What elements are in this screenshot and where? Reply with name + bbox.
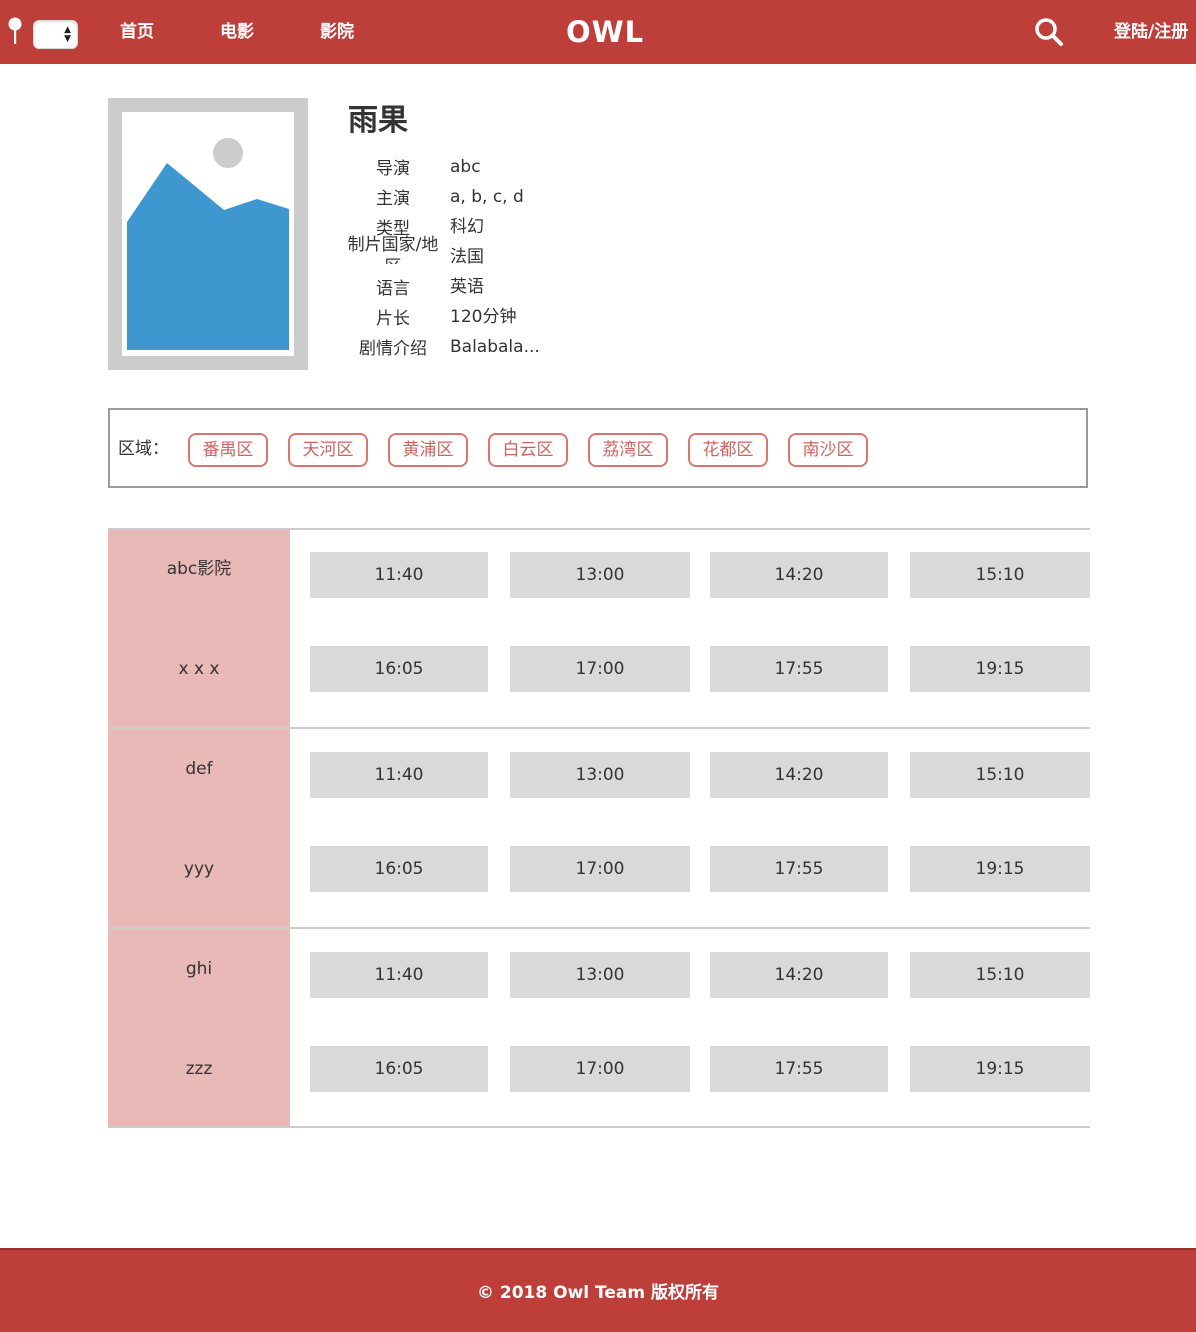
cinema-block: def yyy 11:40 13:00 14:20 15:10 16:05 17:00 17:5…: [108, 727, 1090, 928]
divider: [108, 528, 1090, 530]
showtime-button[interactable]: 11:40: [310, 752, 488, 798]
divider: [108, 927, 1090, 929]
showtime-button[interactable]: 16:05: [310, 846, 488, 892]
showtime-button[interactable]: 17:00: [510, 1046, 690, 1092]
info-value: 120分钟: [450, 307, 517, 327]
area-button[interactable]: 花都区: [688, 433, 768, 467]
area-button[interactable]: 南沙区: [788, 433, 868, 467]
divider: [108, 727, 1090, 729]
info-value: a, b, c, d: [450, 187, 524, 207]
showtime-button[interactable]: 15:10: [910, 552, 1090, 598]
city-select[interactable]: ▲ ▼: [33, 20, 78, 49]
area-filter-label: 区域：: [118, 439, 169, 459]
info-label: 主演: [376, 189, 410, 209]
nav-home-link[interactable]: 首页: [120, 20, 154, 44]
login-register-link[interactable]: 登陆/注册: [1114, 20, 1188, 44]
area-button[interactable]: 天河区: [288, 433, 368, 467]
cinema-name[interactable]: abc影院: [108, 558, 290, 580]
showtime-button[interactable]: 19:15: [910, 846, 1090, 892]
showtime-button[interactable]: 11:40: [310, 952, 488, 998]
info-value: 英语: [450, 277, 484, 297]
cinema-block: abc影院 x x x 11:40 13:00 14:20 15:10 16:05 17:00…: [108, 528, 1090, 728]
showtime-button[interactable]: 15:10: [910, 952, 1090, 998]
area-button[interactable]: 黄浦区: [388, 433, 468, 467]
showtime-button[interactable]: 11:40: [310, 552, 488, 598]
showtime-button[interactable]: 17:55: [710, 1046, 888, 1092]
cinema-name[interactable]: yyy: [108, 858, 290, 880]
divider: [108, 1126, 1090, 1128]
showtime-button[interactable]: 14:20: [710, 952, 888, 998]
showtime-button[interactable]: 17:55: [710, 646, 888, 692]
info-label: 片长: [376, 309, 410, 329]
select-arrows-icon: ▲ ▼: [64, 25, 71, 44]
cinema-name[interactable]: x x x: [108, 658, 290, 680]
area-button[interactable]: 番禺区: [188, 433, 268, 467]
copyright-text: © 2018 Owl Team 版权所有: [476, 1283, 720, 1303]
info-label: 导演: [376, 159, 410, 179]
logo[interactable]: OWL: [566, 14, 644, 50]
info-label: 语言: [376, 279, 410, 299]
showtime-button[interactable]: 17:55: [710, 846, 888, 892]
area-button[interactable]: 白云区: [488, 433, 568, 467]
footer: © 2018 Owl Team 版权所有: [0, 1248, 1196, 1332]
info-value: abc: [450, 157, 481, 177]
top-navbar: ▲ ▼ 首页 电影 影院 OWL 登陆/注册: [0, 0, 1196, 64]
cinema-name[interactable]: ghi: [108, 958, 290, 980]
pin-icon[interactable]: [8, 17, 22, 45]
info-label: 制片国家/地区: [347, 235, 439, 264]
area-button[interactable]: 荔湾区: [588, 433, 668, 467]
info-value: 法国: [450, 247, 484, 267]
showtime-schedule: abc影院 x x x 11:40 13:00 14:20 15:10 16:05 17:00…: [108, 528, 1090, 1128]
movie-poster: [108, 98, 308, 370]
showtime-button[interactable]: 19:15: [910, 646, 1090, 692]
cinema-block: ghi zzz 11:40 13:00 14:20 15:10 16:05 17:00 17:5…: [108, 927, 1090, 1128]
showtime-button[interactable]: 17:00: [510, 646, 690, 692]
showtime-button[interactable]: 17:00: [510, 846, 690, 892]
showtime-button[interactable]: 13:00: [510, 952, 690, 998]
showtime-button[interactable]: 14:20: [710, 552, 888, 598]
showtime-button[interactable]: 19:15: [910, 1046, 1090, 1092]
showtime-button[interactable]: 14:20: [710, 752, 888, 798]
info-value: Balabala...: [450, 337, 540, 357]
nav-cinemas-link[interactable]: 影院: [320, 20, 354, 44]
showtime-button[interactable]: 15:10: [910, 752, 1090, 798]
image-placeholder-icon: [127, 138, 289, 350]
cinema-name[interactable]: def: [108, 758, 290, 780]
nav-movies-link[interactable]: 电影: [220, 20, 254, 44]
movie-title: 雨果: [348, 103, 408, 138]
search-icon[interactable]: [1034, 17, 1064, 47]
area-filter: 区域： 番禺区 天河区 黄浦区 白云区 荔湾区 花都区 南沙区: [108, 408, 1088, 488]
showtime-button[interactable]: 13:00: [510, 552, 690, 598]
showtime-button[interactable]: 16:05: [310, 646, 488, 692]
showtime-button[interactable]: 16:05: [310, 1046, 488, 1092]
cinema-name[interactable]: zzz: [108, 1058, 290, 1080]
info-value: 科幻: [450, 217, 484, 237]
showtime-button[interactable]: 13:00: [510, 752, 690, 798]
info-label: 剧情介绍: [359, 339, 427, 359]
